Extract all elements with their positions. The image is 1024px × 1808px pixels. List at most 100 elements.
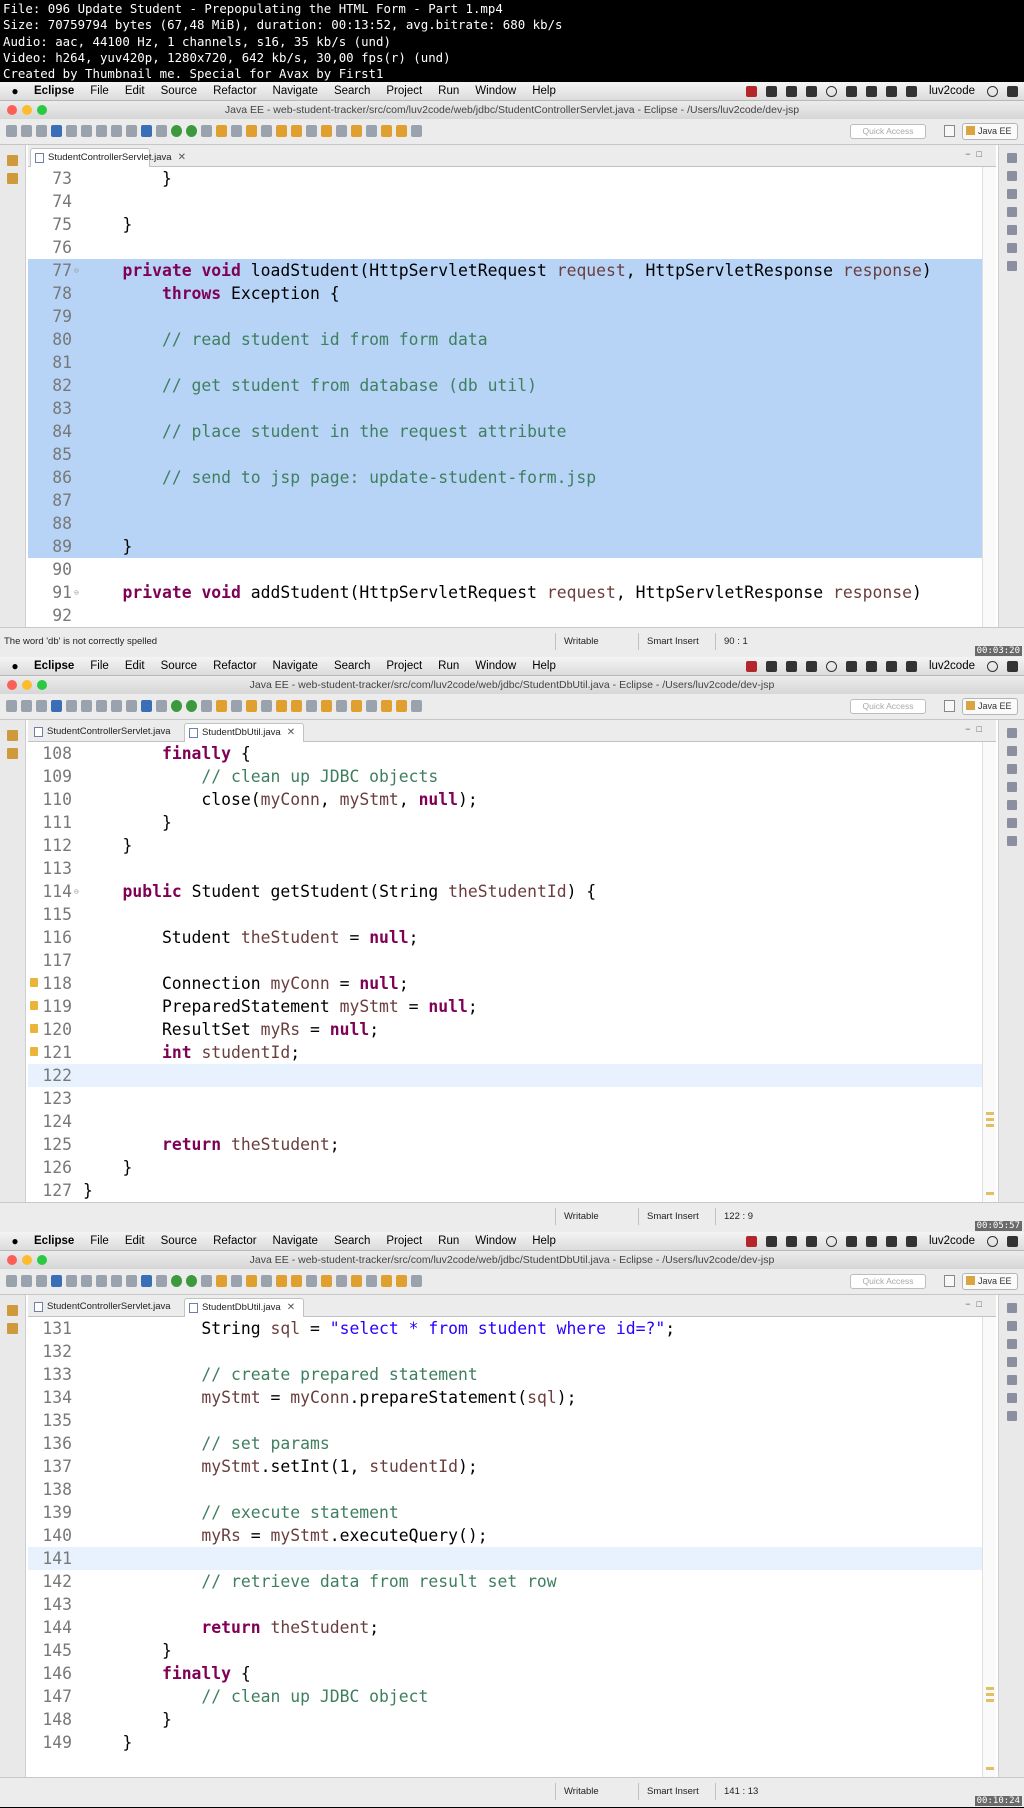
apple-menu-icon[interactable]: ●: [0, 84, 30, 98]
zoom-window-button[interactable]: [37, 105, 47, 115]
toolbar-button-icon[interactable]: [261, 125, 272, 137]
view-shortcut-icon[interactable]: [1007, 818, 1017, 828]
window-icon[interactable]: [765, 660, 777, 672]
toolbar-button-icon[interactable]: [111, 700, 122, 712]
view-shortcut-icon[interactable]: [1007, 225, 1017, 235]
eject-icon[interactable]: [885, 1235, 897, 1247]
clock-icon[interactable]: [825, 1235, 837, 1247]
toolbar-button-icon[interactable]: [246, 125, 257, 137]
toolbar-button-icon[interactable]: [81, 1275, 92, 1287]
close-tab-icon[interactable]: ✕: [287, 727, 295, 738]
window-icon[interactable]: [765, 85, 777, 97]
restore-view-icon[interactable]: [7, 173, 18, 184]
menu-project[interactable]: Project: [378, 85, 430, 97]
perspective-java-ee[interactable]: Java EE: [962, 698, 1018, 715]
toolbar-button-icon[interactable]: [261, 700, 272, 712]
minimize-maximize-icons[interactable]: −□: [965, 724, 988, 734]
toolbar-button-icon[interactable]: [366, 1275, 377, 1287]
close-tab-icon[interactable]: ✕: [178, 152, 186, 163]
view-shortcut-icon[interactable]: [1007, 1303, 1017, 1313]
minimize-maximize-icons[interactable]: −□: [965, 1299, 988, 1309]
notification-list-icon[interactable]: [1007, 1235, 1018, 1247]
view-shortcut-icon[interactable]: [1007, 243, 1017, 253]
menu-search[interactable]: Search: [326, 660, 378, 672]
volume-icon[interactable]: [905, 660, 917, 672]
toolbar-button-icon[interactable]: [306, 700, 317, 712]
binoculars-icon[interactable]: [845, 85, 857, 97]
toolbar-button-icon[interactable]: [231, 125, 242, 137]
toolbar-button-icon[interactable]: [396, 700, 407, 712]
toolbar-button-icon[interactable]: [6, 125, 17, 137]
toolbar-button-icon[interactable]: [36, 125, 47, 137]
zoom-window-button[interactable]: [37, 1255, 47, 1265]
toolbar-button-icon[interactable]: [411, 125, 422, 137]
toolbar-button-icon[interactable]: [411, 700, 422, 712]
fold-toggle-icon[interactable]: ⊖: [74, 259, 79, 282]
restore-view-icon[interactable]: [7, 1323, 18, 1334]
toolbar-button-icon[interactable]: [96, 700, 107, 712]
open-perspective-icon[interactable]: [944, 700, 955, 712]
toolbar-button-icon[interactable]: [336, 125, 347, 137]
toolbar-button-icon[interactable]: [21, 125, 32, 137]
toolbar-button-icon[interactable]: [126, 1275, 137, 1287]
toolbar-button-icon[interactable]: [321, 700, 332, 712]
close-window-button[interactable]: [7, 105, 17, 115]
toolbar-button-icon[interactable]: [201, 700, 212, 712]
toolbar-button-icon[interactable]: [51, 125, 62, 137]
view-shortcut-icon[interactable]: [1007, 782, 1017, 792]
ruler-marker[interactable]: [986, 1124, 994, 1127]
close-tab-icon[interactable]: ✕: [287, 1302, 295, 1313]
fold-toggle-icon[interactable]: ⊖: [74, 581, 79, 604]
ruler-marker[interactable]: [986, 1687, 994, 1690]
view-shortcut-icon[interactable]: [1007, 171, 1017, 181]
toolbar-button-icon[interactable]: [81, 125, 92, 137]
toolbar-button-icon[interactable]: [36, 700, 47, 712]
wifi-icon[interactable]: [865, 85, 877, 97]
toolbar-button-icon[interactable]: [141, 125, 152, 137]
record-icon[interactable]: [745, 660, 757, 672]
ruler-marker[interactable]: [986, 1767, 994, 1770]
menu-navigate[interactable]: Navigate: [265, 85, 326, 97]
menu-help[interactable]: Help: [524, 660, 564, 672]
menu-edit[interactable]: Edit: [117, 660, 153, 672]
quick-access-field[interactable]: Quick Access: [850, 1274, 926, 1289]
apple-menu-icon[interactable]: ●: [0, 1234, 30, 1248]
toolbar-button-icon[interactable]: [321, 1275, 332, 1287]
menu-help[interactable]: Help: [524, 1235, 564, 1247]
toolbar-button-icon[interactable]: [156, 125, 167, 137]
binoculars-icon[interactable]: [845, 1235, 857, 1247]
toolbar-button-icon[interactable]: [111, 125, 122, 137]
editor-tab[interactable]: StudentDbUtil.java ✕: [184, 1298, 304, 1317]
restore-view-icon[interactable]: [7, 730, 18, 741]
code-editor[interactable]: 108 finally {109 // clean up JDBC object…: [28, 742, 982, 1202]
notification-list-icon[interactable]: [1007, 660, 1018, 672]
toolbar-button-icon[interactable]: [231, 1275, 242, 1287]
quick-access-field[interactable]: Quick Access: [850, 124, 926, 139]
toolbar-button-icon[interactable]: [81, 700, 92, 712]
menu-run[interactable]: Run: [430, 85, 467, 97]
toolbar-button-icon[interactable]: [396, 125, 407, 137]
menu-source[interactable]: Source: [153, 1235, 205, 1247]
zoom-window-button[interactable]: [37, 680, 47, 690]
minimize-window-button[interactable]: [22, 680, 32, 690]
view-shortcut-icon[interactable]: [1007, 1393, 1017, 1403]
menu-app-eclipse[interactable]: Eclipse: [30, 1235, 82, 1247]
ruler-marker[interactable]: [986, 1699, 994, 1702]
toolbar-button-icon[interactable]: [291, 125, 302, 137]
view-shortcut-icon[interactable]: [1007, 1321, 1017, 1331]
menu-file[interactable]: File: [82, 660, 117, 672]
menu-file[interactable]: File: [82, 85, 117, 97]
toolbar-button-icon[interactable]: [51, 1275, 62, 1287]
menu-edit[interactable]: Edit: [117, 85, 153, 97]
menu-refactor[interactable]: Refactor: [205, 1235, 264, 1247]
toolbar-button-icon[interactable]: [321, 125, 332, 137]
toolbar-button-icon[interactable]: [66, 700, 77, 712]
view-shortcut-icon[interactable]: [1007, 153, 1017, 163]
code-editor[interactable]: 131 String sql = "select * from student …: [28, 1317, 982, 1777]
toolbar-button-icon[interactable]: [156, 700, 167, 712]
toolbar-button-icon[interactable]: [141, 700, 152, 712]
fold-toggle-icon[interactable]: ⊖: [74, 880, 79, 903]
perspective-java-ee[interactable]: Java EE: [962, 123, 1018, 140]
spotlight-search-icon[interactable]: [987, 660, 998, 672]
toolbar-button-icon[interactable]: [51, 700, 62, 712]
